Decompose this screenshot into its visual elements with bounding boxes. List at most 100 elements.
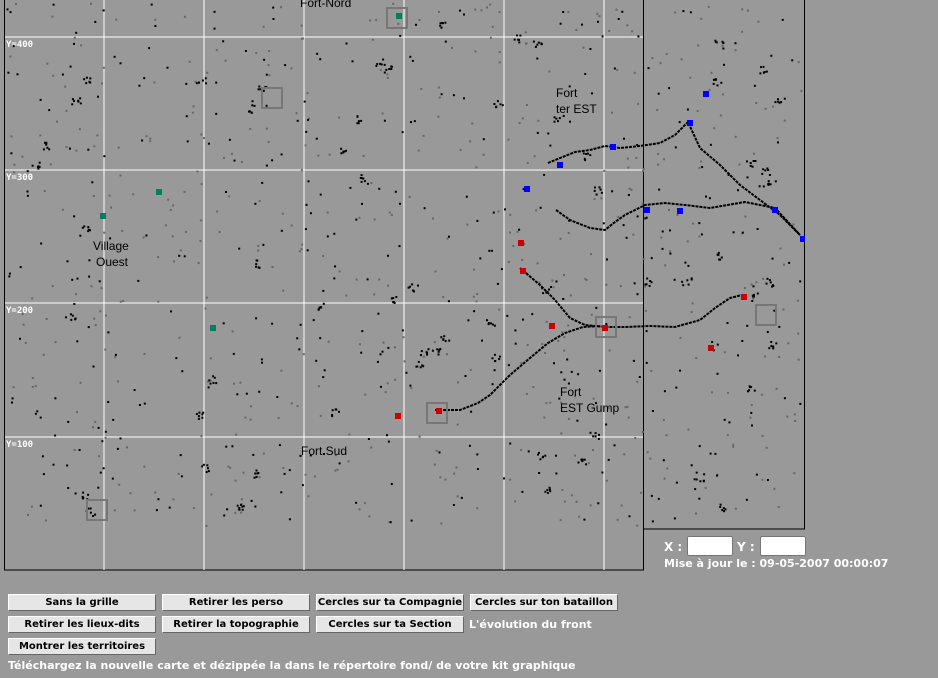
terrain-dot bbox=[479, 257, 482, 260]
terrain-dot bbox=[201, 465, 204, 468]
terrain-dot bbox=[509, 213, 512, 216]
terrain-dot bbox=[296, 405, 299, 408]
terrain-dot bbox=[392, 297, 395, 300]
terrain-dot bbox=[451, 46, 453, 49]
terrain-dot bbox=[389, 521, 392, 524]
company-circles-button[interactable]: Cercles sur ta Compagnie bbox=[316, 594, 464, 611]
terrain-dot bbox=[539, 458, 542, 461]
terrain-dot bbox=[257, 245, 260, 247]
terrain-dot bbox=[702, 480, 705, 483]
terrain-dot bbox=[433, 463, 436, 466]
terrain-dot bbox=[531, 313, 534, 316]
terrain-dot bbox=[51, 285, 54, 288]
terrain-dot bbox=[440, 522, 443, 525]
terrain-dot bbox=[401, 329, 404, 332]
terrain-dot bbox=[598, 15, 601, 18]
terrain-dot bbox=[280, 6, 283, 9]
terrain-dot bbox=[591, 92, 593, 95]
terrain-dot bbox=[409, 285, 411, 288]
terrain-dot bbox=[585, 463, 587, 466]
terrain-dot bbox=[678, 121, 681, 124]
terrain-dot bbox=[541, 343, 544, 346]
terrain-dot bbox=[422, 365, 425, 368]
terrain-dot bbox=[115, 18, 118, 21]
terrain-dot bbox=[418, 19, 421, 21]
terrain-dot bbox=[636, 215, 639, 218]
terrain-dot bbox=[622, 224, 625, 227]
terrain-dot bbox=[777, 505, 780, 508]
terrain-dot bbox=[774, 180, 777, 183]
terrain-dot bbox=[363, 180, 366, 183]
terrain-dot bbox=[465, 195, 468, 198]
terrain-dot bbox=[561, 489, 564, 491]
y-coordinate-input[interactable] bbox=[760, 536, 806, 556]
front-evolution-link[interactable]: L'évolution du front bbox=[469, 618, 592, 631]
x-coordinate-input[interactable] bbox=[687, 536, 733, 556]
terrain-dot bbox=[687, 283, 690, 286]
terrain-dot bbox=[567, 231, 570, 234]
terrain-dot bbox=[278, 444, 281, 447]
terrain-dot bbox=[662, 419, 665, 421]
terrain-dot bbox=[255, 469, 258, 472]
terrain-dot bbox=[776, 100, 779, 103]
terrain-dot bbox=[775, 387, 778, 390]
terrain-dot bbox=[762, 168, 765, 171]
battle-map[interactable]: Y=400 Y=300 Y=200 Y=100 Fort-Nord Fort ter ES… bbox=[0, 0, 805, 571]
terrain-dot bbox=[250, 111, 253, 114]
terrain-dot bbox=[143, 353, 146, 355]
terrain-dot bbox=[99, 310, 102, 313]
terrain-dot bbox=[200, 435, 203, 438]
terrain-dot bbox=[432, 217, 434, 220]
terrain-dot bbox=[94, 420, 97, 423]
terrain-dot bbox=[701, 166, 704, 169]
terrain-dot bbox=[342, 151, 345, 154]
show-territories-button[interactable]: Montrer les territoires bbox=[8, 638, 156, 655]
terrain-dot bbox=[657, 497, 660, 500]
terrain-dot bbox=[215, 382, 218, 385]
terrain-dot bbox=[209, 357, 212, 360]
terrain-dot bbox=[31, 164, 34, 167]
map-canvas[interactable]: Y=400 Y=300 Y=200 Y=100 Fort-Nord Fort ter ES… bbox=[0, 0, 805, 571]
remove-characters-button[interactable]: Retirer les perso bbox=[162, 594, 310, 611]
terrain-dot bbox=[8, 272, 11, 275]
terrain-dot bbox=[700, 233, 703, 236]
no-grid-button[interactable]: Sans la grille bbox=[8, 594, 156, 611]
terrain-dot bbox=[651, 520, 654, 523]
terrain-dot bbox=[202, 411, 205, 414]
terrain-dot bbox=[549, 144, 552, 147]
terrain-dot bbox=[379, 353, 382, 356]
terrain-dot bbox=[689, 76, 692, 79]
terrain-dot bbox=[636, 380, 639, 383]
terrain-dot bbox=[627, 194, 630, 196]
terrain-dot bbox=[149, 140, 152, 143]
terrain-dot bbox=[498, 11, 501, 14]
terrain-dot bbox=[420, 87, 423, 90]
terrain-dot bbox=[262, 89, 265, 92]
terrain-dot bbox=[225, 191, 227, 193]
terrain-dot bbox=[113, 509, 116, 512]
terrain-dot bbox=[254, 472, 257, 475]
terrain-dot bbox=[119, 174, 122, 177]
terrain-dot bbox=[452, 94, 455, 97]
remove-topography-button[interactable]: Retirer la topographie bbox=[162, 616, 310, 633]
terrain-dot bbox=[755, 473, 758, 476]
terrain-dot bbox=[410, 387, 413, 390]
terrain-dot bbox=[262, 452, 265, 455]
terrain-dot bbox=[74, 492, 77, 495]
terrain-dot bbox=[553, 120, 556, 123]
terrain-dot bbox=[79, 381, 82, 384]
terrain-dot bbox=[690, 311, 693, 313]
terrain-dot bbox=[753, 389, 756, 392]
terrain-dot bbox=[376, 63, 379, 65]
terrain-dot bbox=[446, 237, 449, 240]
terrain-dot bbox=[555, 280, 558, 283]
remove-places-button[interactable]: Retirer les lieux-dits bbox=[8, 616, 156, 633]
battalion-circles-button[interactable]: Cercles sur ton bataillon bbox=[470, 594, 618, 611]
terrain-dot bbox=[775, 342, 778, 345]
section-circles-button[interactable]: Cercles sur ta Section bbox=[316, 616, 464, 633]
terrain-dot bbox=[238, 247, 241, 250]
terrain-dot bbox=[179, 249, 182, 252]
terrain-dot bbox=[453, 472, 456, 475]
terrain-dot bbox=[300, 24, 303, 27]
terrain-dot bbox=[491, 25, 494, 28]
